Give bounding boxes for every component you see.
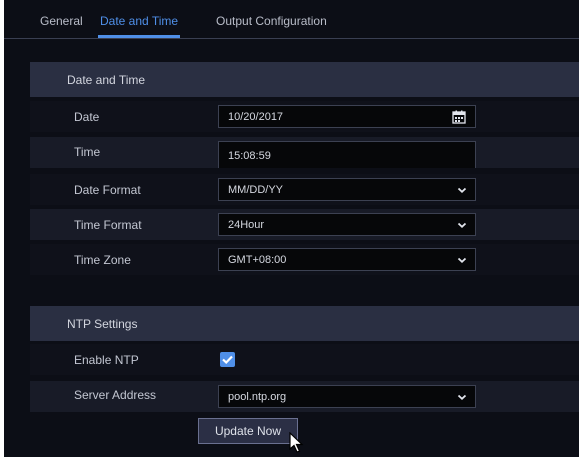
date-format-row: Date Format MM/DD/YY — [30, 174, 579, 205]
tab-date-and-time[interactable]: Date and Time — [100, 14, 178, 28]
time-format-value: 24Hour — [228, 219, 265, 231]
tab-output-configuration[interactable]: Output Configuration — [216, 14, 327, 28]
checkmark-icon — [222, 355, 233, 365]
date-row: Date 10/20/2017 — [30, 101, 579, 132]
time-field[interactable]: 15:08:59 — [218, 141, 476, 168]
enable-ntp-row: Enable NTP — [30, 344, 579, 375]
enable-ntp-label: Enable NTP — [74, 353, 139, 367]
time-zone-select[interactable]: GMT+08:00 — [218, 248, 476, 271]
tab-bar: General Date and Time Output Configurati… — [4, 0, 579, 39]
chevron-down-icon — [457, 187, 467, 194]
enable-ntp-checkbox[interactable] — [220, 352, 235, 367]
tab-general[interactable]: General — [40, 14, 83, 28]
server-address-row: Server Address pool.ntp.org — [30, 381, 579, 412]
time-value: 15:08:59 — [228, 150, 271, 162]
server-address-label: Server Address — [74, 388, 157, 402]
date-value: 10/20/2017 — [228, 111, 284, 123]
time-format-select[interactable]: 24Hour — [218, 213, 476, 236]
date-field[interactable]: 10/20/2017 — [218, 105, 476, 128]
time-zone-row: Time Zone GMT+08:00 — [30, 244, 579, 275]
chevron-down-icon — [457, 394, 467, 401]
calendar-icon[interactable] — [452, 110, 466, 124]
update-now-button[interactable]: Update Now — [198, 418, 298, 444]
time-label: Time — [74, 145, 101, 159]
chevron-down-icon — [457, 257, 467, 264]
time-format-label: Time Format — [74, 218, 142, 232]
chevron-down-icon — [457, 222, 467, 229]
time-row: Time 15:08:59 — [30, 137, 579, 168]
date-format-select[interactable]: MM/DD/YY — [218, 178, 476, 201]
ntp-section-header: NTP Settings — [30, 306, 579, 341]
active-tab-indicator — [98, 35, 180, 38]
date-format-label: Date Format — [74, 183, 141, 197]
server-address-value: pool.ntp.org — [228, 391, 287, 403]
time-zone-value: GMT+08:00 — [228, 254, 287, 266]
server-address-select[interactable]: pool.ntp.org — [218, 385, 476, 408]
time-format-row: Time Format 24Hour — [30, 209, 579, 240]
time-zone-label: Time Zone — [74, 253, 131, 267]
date-label: Date — [74, 110, 100, 124]
date-time-section-header: Date and Time — [30, 62, 579, 97]
date-format-value: MM/DD/YY — [228, 184, 283, 196]
mouse-pointer-icon — [289, 432, 304, 453]
date-time-section-title: Date and Time — [67, 73, 146, 87]
ntp-section-title: NTP Settings — [67, 317, 138, 331]
